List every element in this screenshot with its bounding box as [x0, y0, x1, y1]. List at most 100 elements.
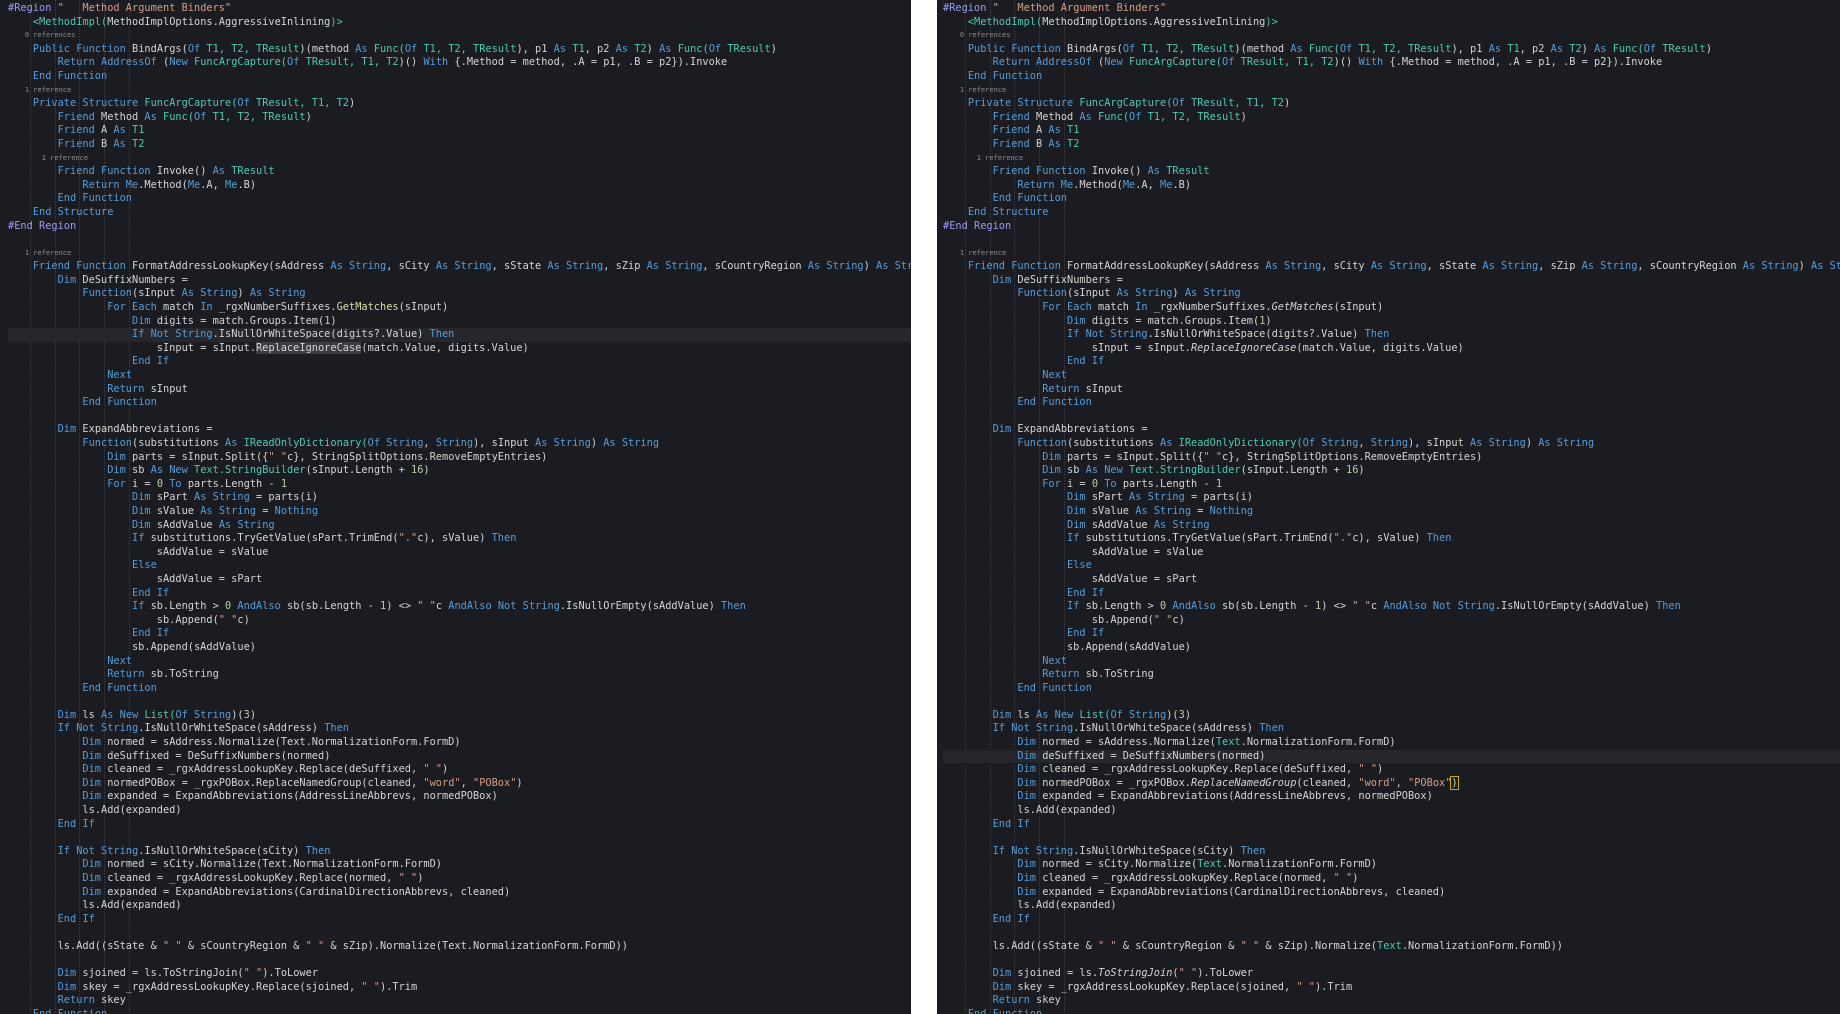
code-line[interactable]: Dim normed = sCity.Normalize(Text.Normal…: [8, 858, 911, 872]
code-line[interactable]: If substitutions.TryGetValue(sPart.TrimE…: [8, 532, 911, 546]
split-divider[interactable]: [911, 0, 937, 1014]
code-line[interactable]: ls.Add(expanded): [943, 899, 1840, 913]
code-line[interactable]: Return Me.Method(Me.A, Me.B): [8, 179, 911, 193]
code-line[interactable]: Dim DeSuffixNumbers =: [943, 274, 1840, 288]
code-area-left[interactable]: #Region " Method Argument Binders" <Meth…: [0, 0, 911, 1014]
code-line[interactable]: sb.Append(" "c): [943, 614, 1840, 628]
code-line[interactable]: Dim parts = sInput.Split({" "c}, StringS…: [8, 451, 911, 465]
code-line[interactable]: If sb.Length > 0 AndAlso sb(sb.Length - …: [8, 600, 911, 614]
code-line[interactable]: [943, 233, 1840, 247]
code-line[interactable]: Next: [8, 655, 911, 669]
code-line[interactable]: Friend Method As Func(Of T1, T2, TResult…: [943, 111, 1840, 125]
code-line[interactable]: End If: [8, 627, 911, 641]
code-line[interactable]: Dim skey = _rgxAddressLookupKey.Replace(…: [8, 981, 911, 995]
code-line[interactable]: Return Me.Method(Me.A, Me.B): [943, 179, 1840, 193]
code-line[interactable]: [8, 410, 911, 424]
code-line[interactable]: Dim sAddValue As String: [8, 519, 911, 533]
code-line[interactable]: Friend Method As Func(Of T1, T2, TResult…: [8, 111, 911, 125]
code-line[interactable]: Dim sPart As String = parts(i): [8, 491, 911, 505]
code-line[interactable]: Dim expanded = ExpandAbbreviations(Cardi…: [943, 886, 1840, 900]
code-line[interactable]: Dim sjoined = ls.ToStringJoin(" ").ToLow…: [8, 967, 911, 981]
code-area-right[interactable]: #Region " Method Argument Binders" <Meth…: [937, 0, 1840, 1014]
code-line[interactable]: Friend Function Invoke() As TResult: [943, 165, 1840, 179]
code-line[interactable]: Friend A As T1: [943, 124, 1840, 138]
code-line[interactable]: [943, 954, 1840, 968]
code-line[interactable]: Next: [943, 655, 1840, 669]
code-line[interactable]: sInput = sInput.ReplaceIgnoreCase(match.…: [8, 341, 911, 356]
code-line[interactable]: Dim normedPOBox = _rgxPOBox.ReplaceNamed…: [8, 777, 911, 791]
code-line[interactable]: Dim DeSuffixNumbers =: [8, 274, 911, 288]
code-line[interactable]: End Structure: [8, 206, 911, 220]
code-line[interactable]: <MethodImpl(MethodImplOptions.Aggressive…: [943, 16, 1840, 30]
code-line[interactable]: #Region " Method Argument Binders": [8, 2, 911, 16]
code-line[interactable]: End If: [8, 913, 911, 927]
code-line[interactable]: End Function: [8, 682, 911, 696]
code-line[interactable]: [943, 926, 1840, 940]
code-line[interactable]: sb.Append(sAddValue): [943, 641, 1840, 655]
code-line[interactable]: For i = 0 To parts.Length - 1: [943, 478, 1840, 492]
code-line[interactable]: If substitutions.TryGetValue(sPart.TrimE…: [943, 532, 1840, 546]
code-line[interactable]: Dim deSuffixed = DeSuffixNumbers(normed): [943, 749, 1840, 764]
code-line[interactable]: Dim expanded = ExpandAbbreviations(Addre…: [943, 790, 1840, 804]
code-line[interactable]: End Function: [943, 1008, 1840, 1014]
code-line[interactable]: Private Structure FuncArgCapture(Of TRes…: [8, 97, 911, 111]
codelens-reference-count[interactable]: 1 reference: [8, 84, 911, 98]
code-line[interactable]: sAddValue = sValue: [943, 546, 1840, 560]
code-line[interactable]: Friend Function FormatAddressLookupKey(s…: [8, 260, 911, 274]
code-line[interactable]: Public Function BindArgs(Of T1, T2, TRes…: [943, 43, 1840, 57]
code-line[interactable]: ls.Add(expanded): [8, 899, 911, 913]
code-line[interactable]: End Function: [8, 70, 911, 84]
code-line[interactable]: Return skey: [8, 994, 911, 1008]
code-line[interactable]: sAddValue = sPart: [8, 573, 911, 587]
code-line[interactable]: Dim expanded = ExpandAbbreviations(Addre…: [8, 790, 911, 804]
code-line[interactable]: Dim cleaned = _rgxAddressLookupKey.Repla…: [943, 763, 1840, 777]
code-line[interactable]: sb.Append(sAddValue): [8, 641, 911, 655]
code-line[interactable]: End Structure: [943, 206, 1840, 220]
code-line[interactable]: [8, 954, 911, 968]
codelens-reference-count[interactable]: 1 reference: [943, 84, 1840, 98]
code-line[interactable]: Private Structure FuncArgCapture(Of TRes…: [943, 97, 1840, 111]
code-line[interactable]: Dim normed = sAddress.Normalize(Text.Nor…: [943, 736, 1840, 750]
code-line[interactable]: Dim sAddValue As String: [943, 519, 1840, 533]
editor-pane-right[interactable]: #Region " Method Argument Binders" <Meth…: [937, 0, 1840, 1014]
code-line[interactable]: Return skey: [943, 994, 1840, 1008]
code-line[interactable]: Friend Function FormatAddressLookupKey(s…: [943, 260, 1840, 274]
code-line[interactable]: If Not String.IsNullOrWhiteSpace(sCity) …: [8, 845, 911, 859]
code-line[interactable]: Return sb.ToString: [8, 668, 911, 682]
code-line[interactable]: End Function: [943, 192, 1840, 206]
code-line[interactable]: Next: [8, 369, 911, 383]
code-line[interactable]: Return sInput: [8, 383, 911, 397]
code-line[interactable]: Dim skey = _rgxAddressLookupKey.Replace(…: [943, 981, 1840, 995]
code-line[interactable]: Function(sInput As String) As String: [8, 287, 911, 301]
code-line[interactable]: End If: [943, 627, 1840, 641]
code-line[interactable]: Return sInput: [943, 383, 1840, 397]
codelens-reference-count[interactable]: 1 reference: [8, 152, 911, 166]
code-line[interactable]: ls.Add(expanded): [943, 804, 1840, 818]
code-line[interactable]: End If: [8, 355, 911, 369]
code-line[interactable]: ls.Add((sState & " " & sCountryRegion & …: [8, 940, 911, 954]
code-line[interactable]: Dim cleaned = _rgxAddressLookupKey.Repla…: [8, 872, 911, 886]
code-line[interactable]: End Function: [8, 192, 911, 206]
code-line[interactable]: Dim cleaned = _rgxAddressLookupKey.Repla…: [8, 763, 911, 777]
code-line[interactable]: Dim ls As New List(Of String)(3): [8, 709, 911, 723]
code-line[interactable]: [8, 233, 911, 247]
code-line[interactable]: ls.Add(expanded): [8, 804, 911, 818]
code-line[interactable]: Dim normed = sAddress.Normalize(Text.Nor…: [8, 736, 911, 750]
code-line[interactable]: Friend A As T1: [8, 124, 911, 138]
code-line[interactable]: [8, 926, 911, 940]
code-line[interactable]: Next: [943, 369, 1840, 383]
code-line[interactable]: sInput = sInput.ReplaceIgnoreCase(match.…: [943, 342, 1840, 356]
code-line[interactable]: Else: [943, 559, 1840, 573]
code-line[interactable]: Dim normedPOBox = _rgxPOBox.ReplaceNamed…: [943, 775, 1840, 791]
code-line[interactable]: Public Function BindArgs(Of T1, T2, TRes…: [8, 43, 911, 57]
code-line[interactable]: Friend B As T2: [8, 138, 911, 152]
code-line[interactable]: End Function: [943, 682, 1840, 696]
code-line[interactable]: Dim parts = sInput.Split({" "c}, StringS…: [943, 451, 1840, 465]
code-line[interactable]: Dim ls As New List(Of String)(3): [943, 709, 1840, 723]
code-line[interactable]: End If: [943, 355, 1840, 369]
codelens-reference-count[interactable]: 0 references: [8, 29, 911, 43]
code-line[interactable]: If Not String.IsNullOrWhiteSpace(sAddres…: [8, 722, 911, 736]
code-line[interactable]: [8, 695, 911, 709]
code-line[interactable]: End If: [943, 913, 1840, 927]
code-line[interactable]: Function(sInput As String) As String: [943, 287, 1840, 301]
